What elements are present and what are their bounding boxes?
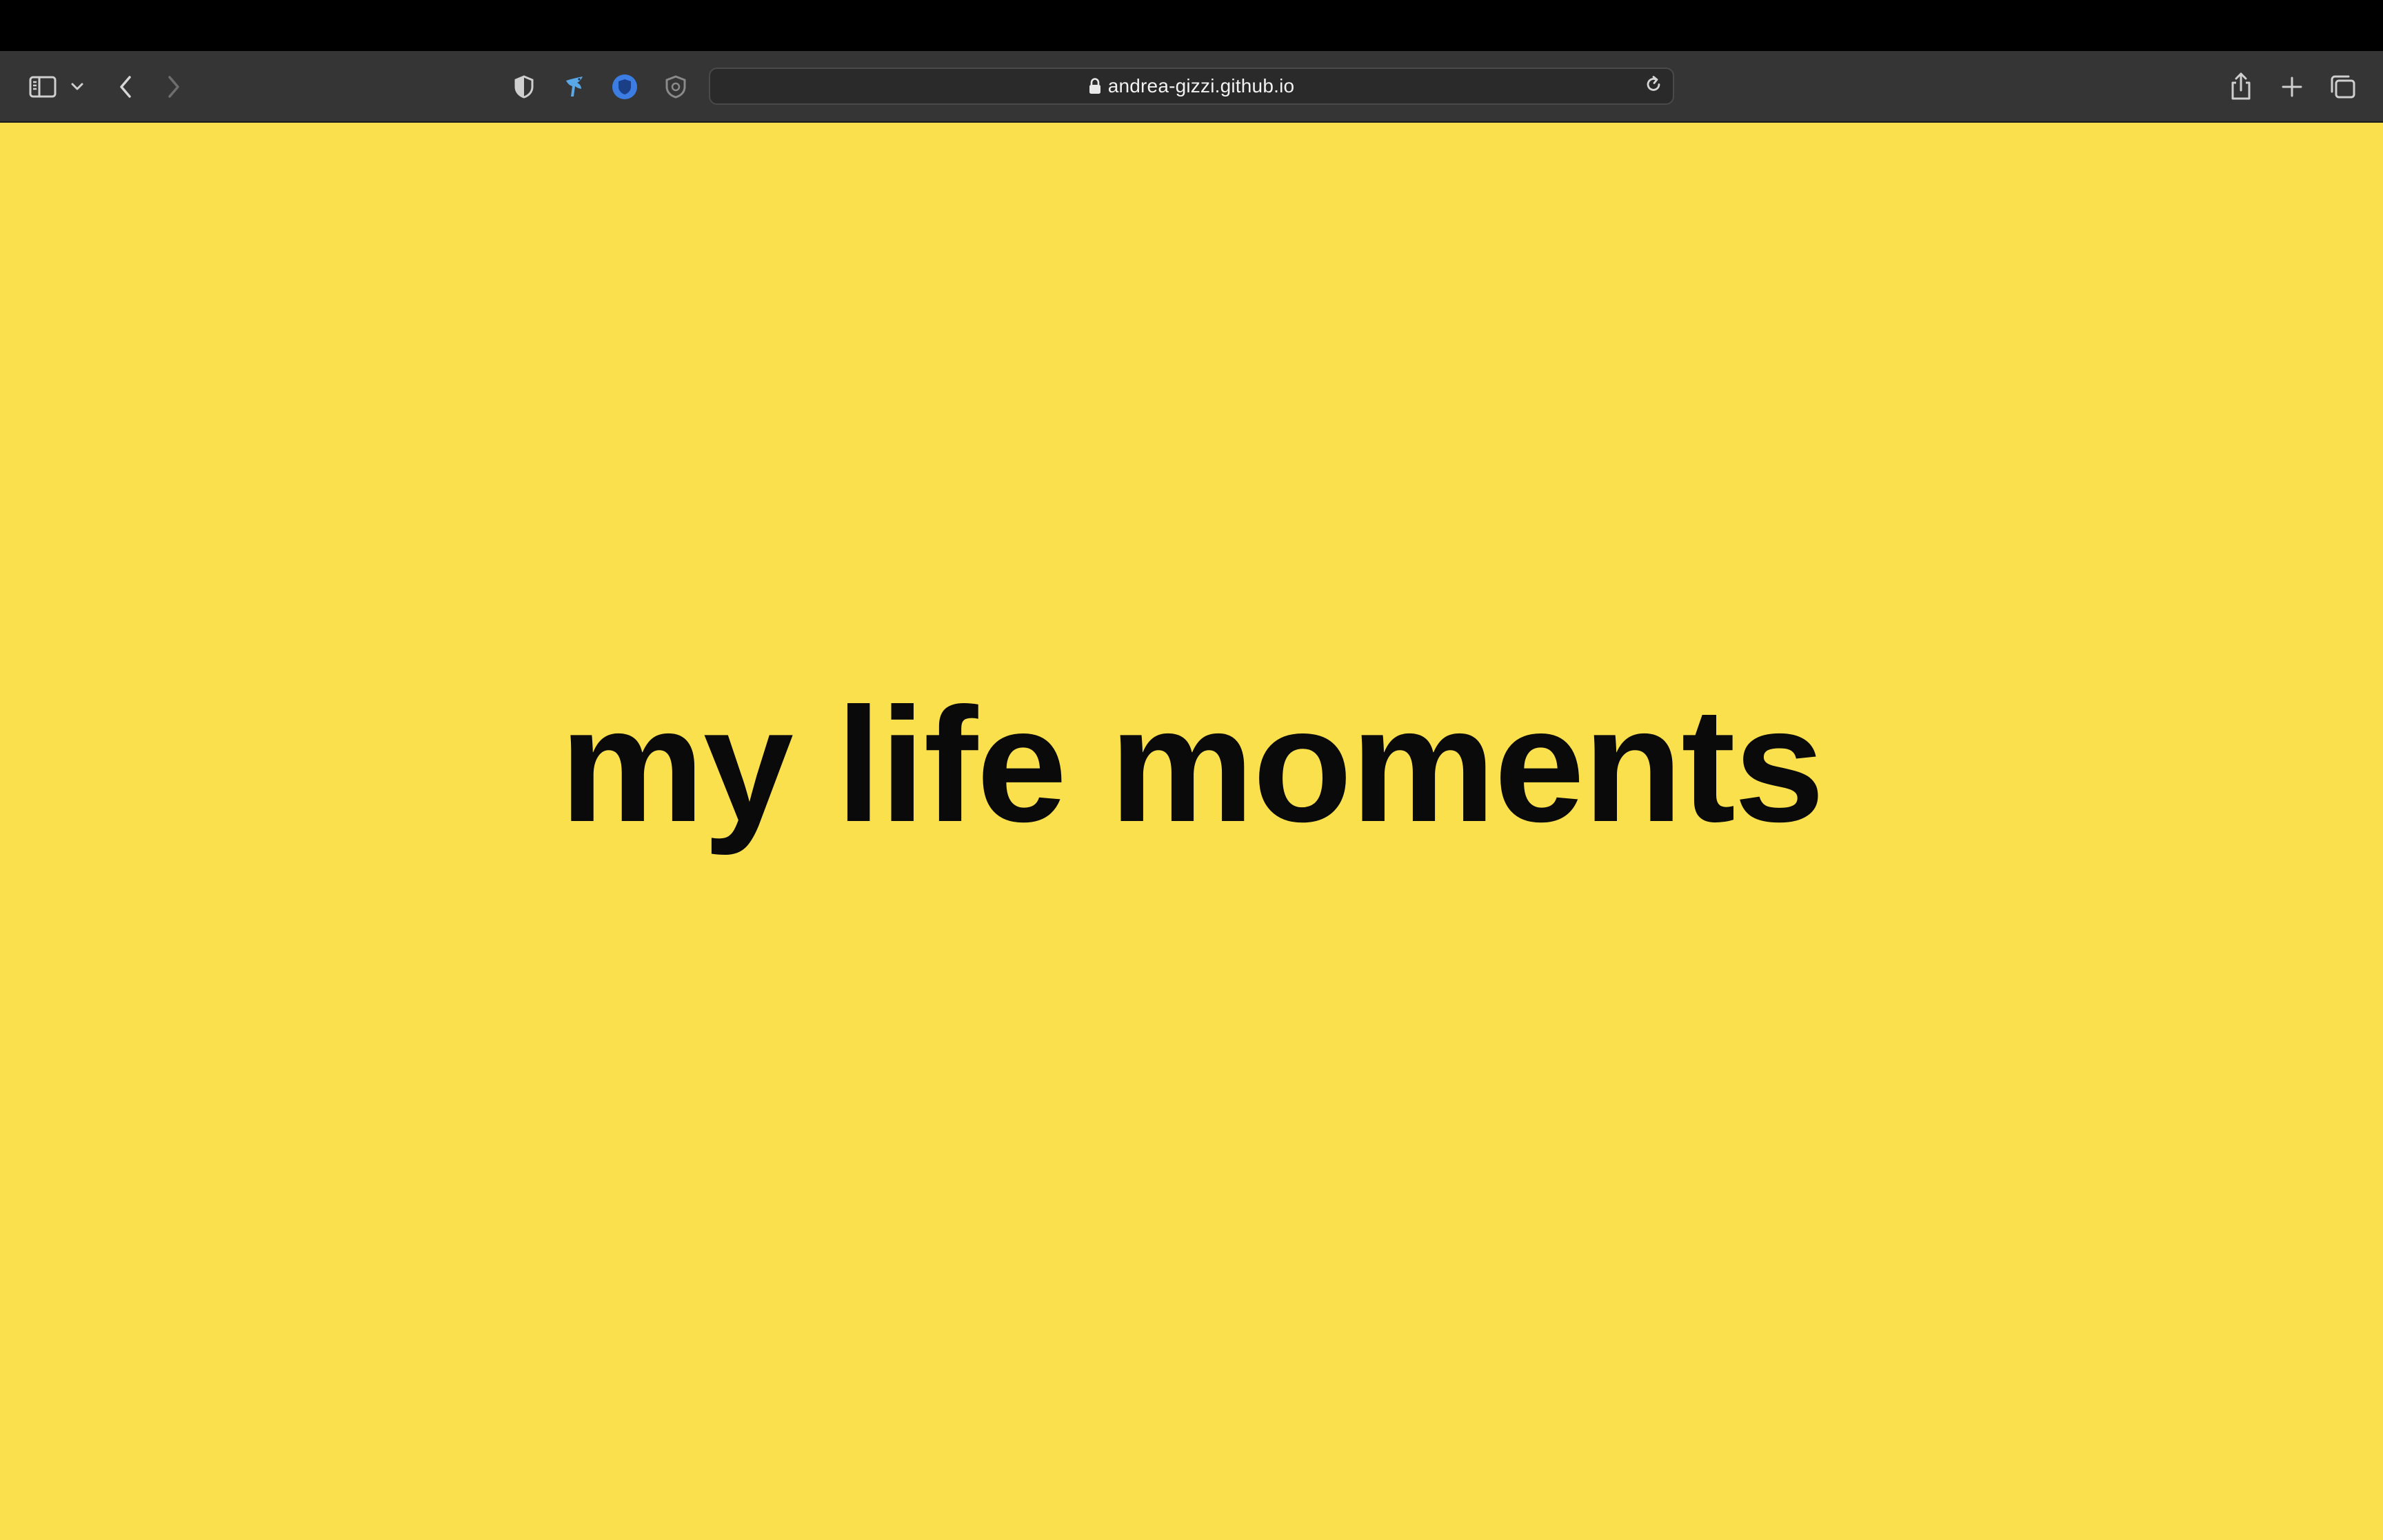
- sidebar-menu-button[interactable]: [68, 79, 87, 95]
- reload-button[interactable]: [1644, 75, 1663, 98]
- chevron-left-icon: [120, 76, 131, 98]
- browser-toolbar: andrea-gizzi.github.io: [0, 51, 2383, 123]
- extension-shield-button[interactable]: [610, 72, 640, 102]
- sidebar-toggle-icon: [29, 76, 57, 98]
- page-title: my life moments: [559, 673, 1824, 856]
- share-icon: [2231, 72, 2251, 100]
- sidebar-toggle-button[interactable]: [26, 72, 59, 102]
- reload-icon: [1647, 76, 1660, 91]
- address-bar[interactable]: andrea-gizzi.github.io: [709, 68, 1674, 105]
- lock-icon: [1089, 78, 1100, 94]
- tab-overview-button[interactable]: [2328, 72, 2358, 102]
- url-text: andrea-gizzi.github.io: [1107, 75, 1295, 97]
- new-tab-button[interactable]: [2277, 72, 2307, 102]
- bird-extension-icon: [566, 77, 583, 97]
- page-content: my life moments: [0, 123, 2383, 1540]
- blue-shield-extension-icon: [612, 74, 637, 99]
- system-menu-bar: [0, 0, 2383, 51]
- privacy-report-button[interactable]: [510, 73, 538, 101]
- forward-button[interactable]: [160, 72, 188, 102]
- extension-gray-shield-button[interactable]: [662, 73, 690, 101]
- tabs-overview-icon: [2331, 75, 2355, 99]
- gray-shield-extension-icon: [665, 75, 686, 99]
- chevron-right-icon: [168, 76, 179, 98]
- plus-icon: [2282, 77, 2302, 97]
- half-shield-icon: [514, 75, 534, 99]
- share-button[interactable]: [2226, 69, 2256, 103]
- address-content: andrea-gizzi.github.io: [710, 69, 1673, 103]
- chevron-down-icon: [71, 83, 83, 90]
- back-button[interactable]: [112, 72, 139, 102]
- extension-bird-button[interactable]: [560, 72, 590, 102]
